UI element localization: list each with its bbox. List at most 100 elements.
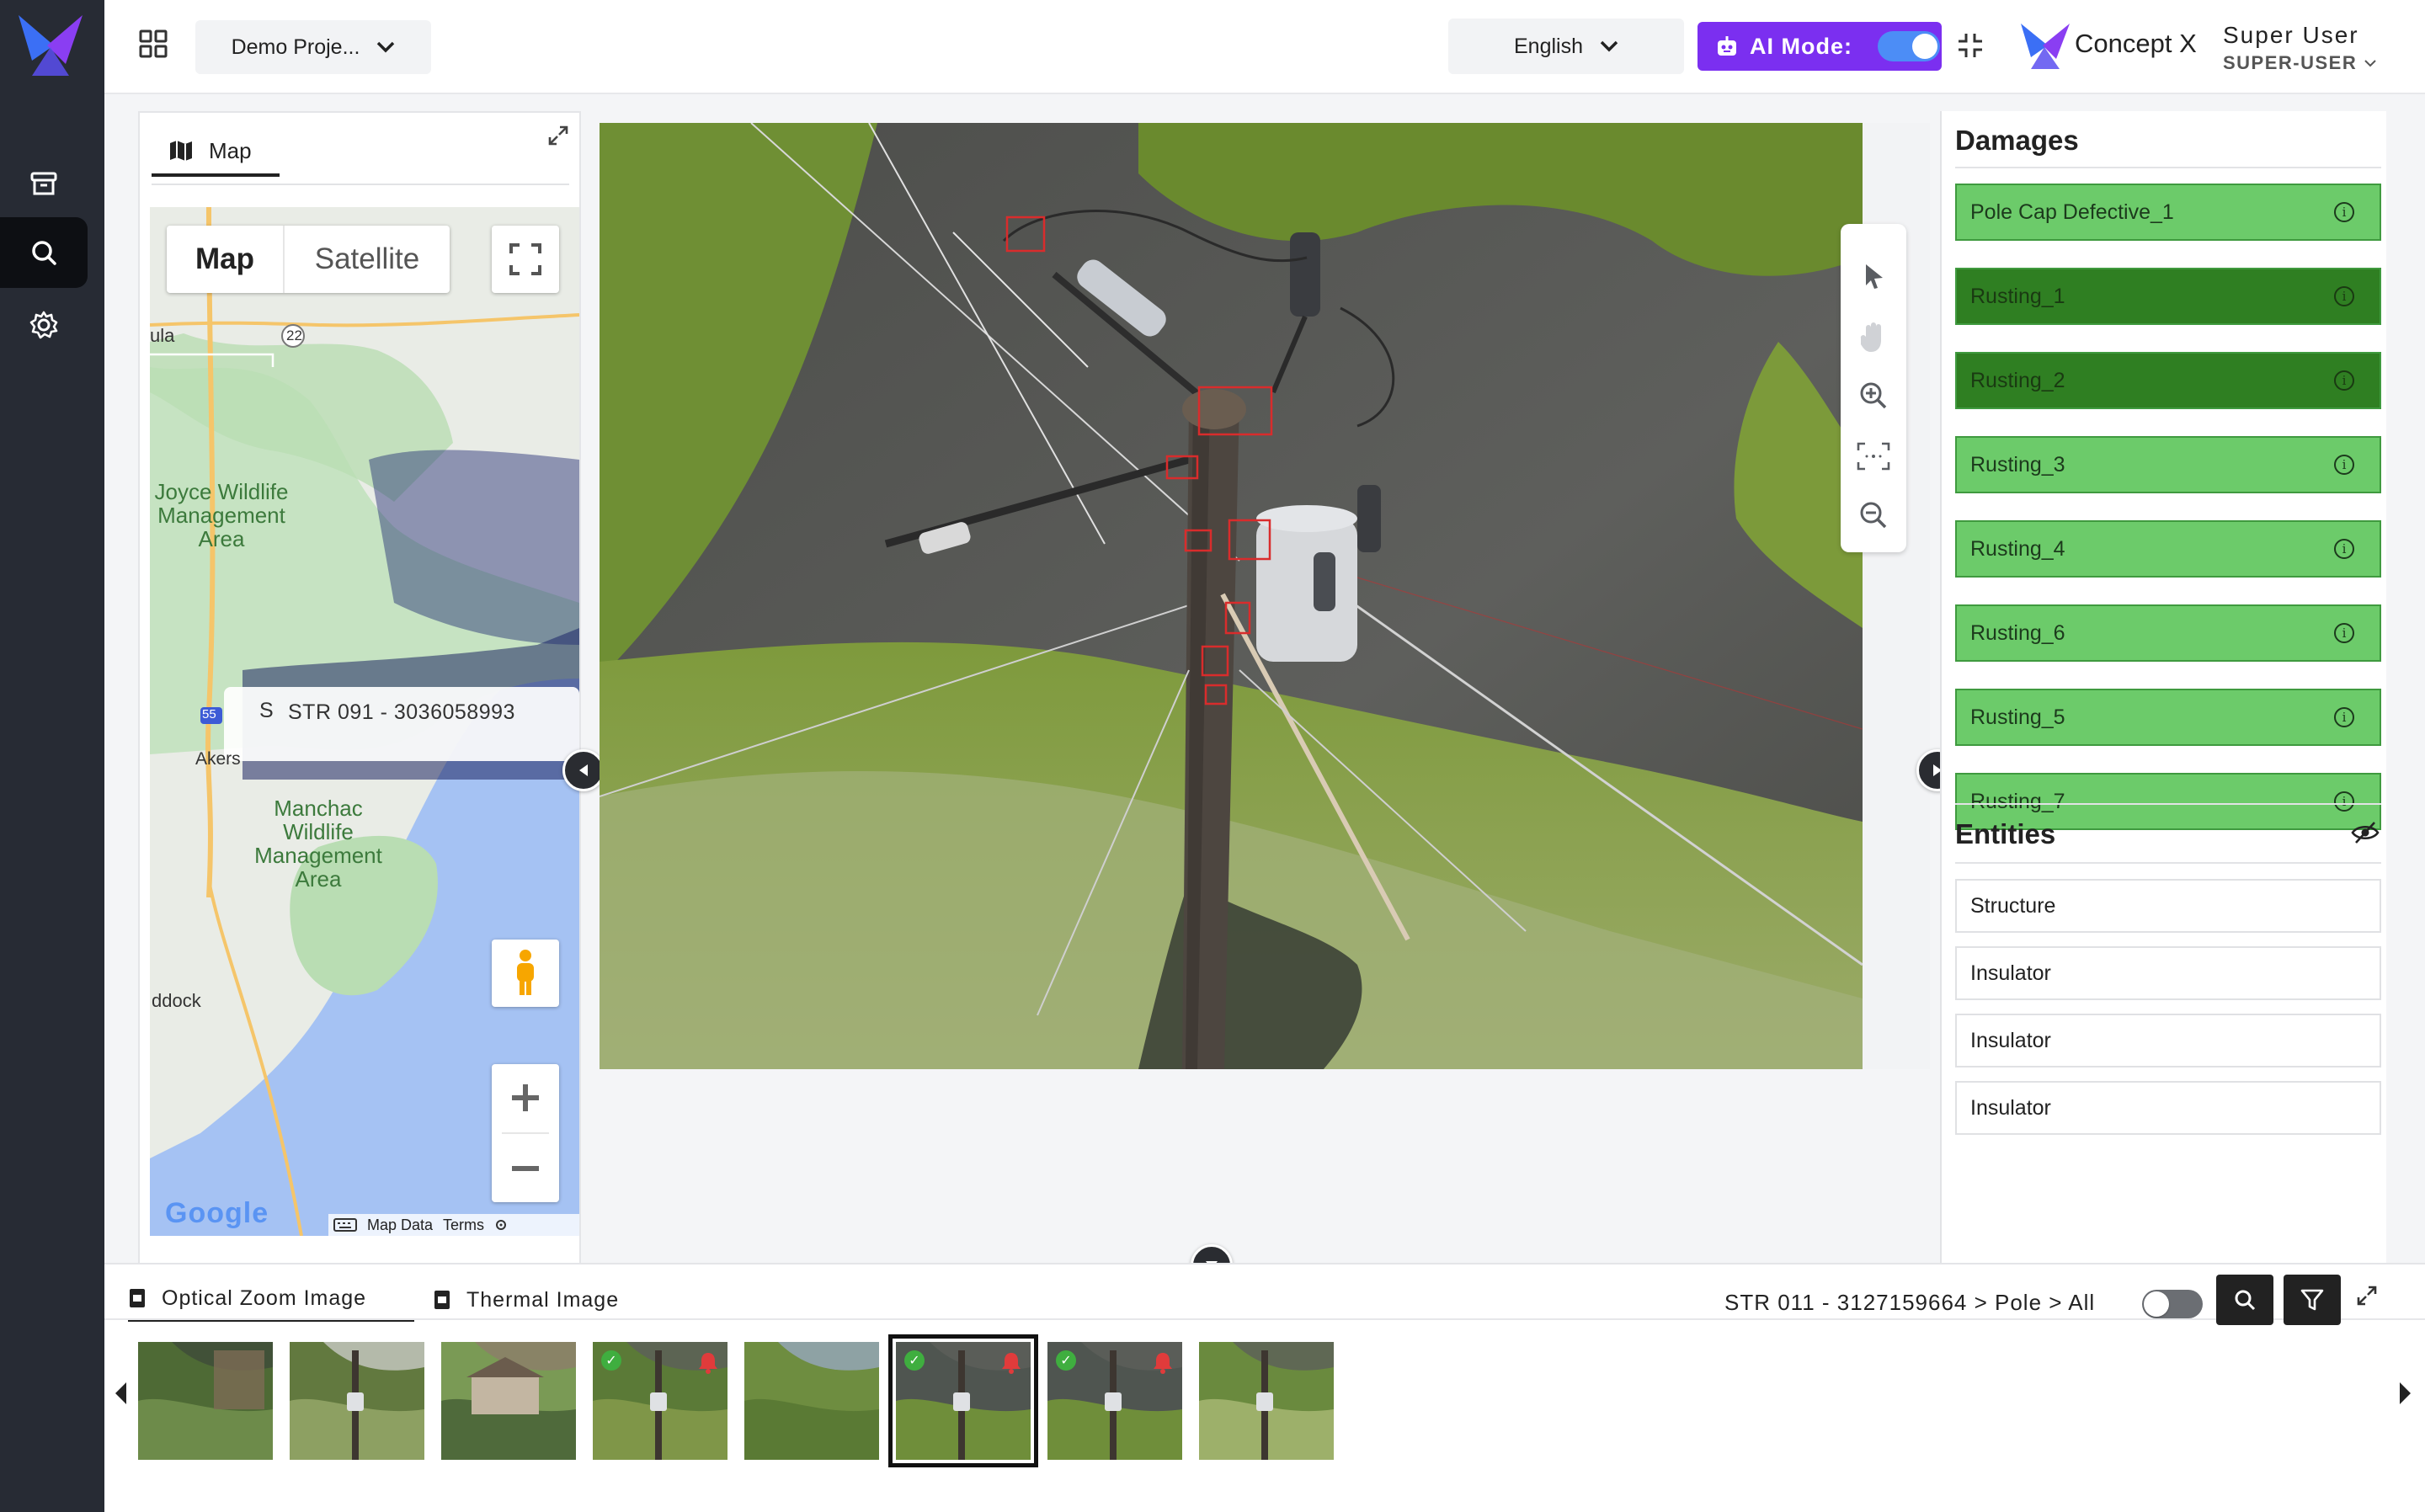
map-zoom-out-button[interactable] <box>492 1135 559 1202</box>
gallery-filter-toggle[interactable] <box>2142 1290 2203 1318</box>
image-thumbnail[interactable]: ✓ <box>888 1334 1038 1467</box>
gallery-tab-divider <box>104 1318 2425 1320</box>
street-view-pegman[interactable] <box>492 940 559 1007</box>
eye-slash-icon <box>2351 822 2380 844</box>
info-icon[interactable]: i <box>2334 707 2354 727</box>
verified-check-icon: ✓ <box>601 1350 621 1371</box>
search-nav-button[interactable] <box>0 217 88 288</box>
image-thumbnail[interactable] <box>441 1342 576 1460</box>
info-icon[interactable]: i <box>2334 791 2354 812</box>
tab-thermal[interactable]: Thermal Image <box>433 1278 619 1322</box>
info-icon[interactable]: i <box>2334 539 2354 559</box>
damage-item[interactable]: Rusting_1 i <box>1955 268 2381 325</box>
map-zoom-in-button[interactable] <box>492 1064 559 1131</box>
project-select[interactable]: Demo Proje... <box>195 20 431 74</box>
damage-item[interactable]: Rusting_6 i <box>1955 604 2381 662</box>
info-icon[interactable]: i <box>2334 455 2354 475</box>
damage-item-label: Rusting_6 <box>1970 620 2065 645</box>
entity-item[interactable]: Insulator <box>1955 1081 2381 1135</box>
entity-item[interactable]: Insulator <box>1955 1014 2381 1067</box>
tab-optical-zoom[interactable]: Optical Zoom Image <box>128 1278 414 1322</box>
user-menu[interactable]: SUPER-USER <box>2223 52 2377 74</box>
user-role: SUPER-USER <box>2223 52 2358 73</box>
image-thumbnail[interactable] <box>744 1342 879 1460</box>
image-thumbnail[interactable] <box>290 1342 424 1460</box>
damage-item[interactable]: Rusting_4 i <box>1955 520 2381 578</box>
map-fullscreen-button[interactable] <box>492 226 559 293</box>
viewer-toolbar <box>1841 224 1906 552</box>
map-view[interactable]: Map Satellite ula 22 Joyce Wildlife Mana… <box>150 207 579 1236</box>
gear-icon[interactable] <box>494 1218 508 1232</box>
collapse-button[interactable] <box>1955 30 1985 65</box>
info-icon[interactable]: i <box>2334 202 2354 222</box>
pan-tool-button[interactable] <box>1841 306 1906 367</box>
gallery-prev-button[interactable] <box>113 1381 128 1410</box>
damages-divider <box>1955 167 2381 168</box>
toggle-entities-visibility-button[interactable] <box>2351 820 2380 849</box>
map-label-ula: ula <box>150 325 175 346</box>
gallery-filter-button[interactable] <box>2284 1275 2341 1325</box>
fullscreen-icon <box>509 243 541 275</box>
collapse-left-panel-button[interactable] <box>562 749 605 791</box>
plus-icon <box>512 1084 539 1111</box>
inspection-photo <box>600 123 1863 1069</box>
grid-menu-button[interactable] <box>138 29 168 63</box>
map-data-link[interactable]: Map Data <box>367 1217 433 1234</box>
info-icon[interactable]: i <box>2334 370 2354 391</box>
expand-icon <box>548 125 568 146</box>
grid-icon <box>139 29 168 58</box>
archive-nav-button[interactable] <box>0 148 88 219</box>
gear-icon <box>29 311 58 339</box>
minus-icon <box>512 1166 539 1171</box>
zoom-out-tool-button[interactable] <box>1841 485 1906 546</box>
expand-icon <box>2357 1286 2377 1306</box>
map-type-map-button[interactable]: Map <box>167 226 285 293</box>
app-logo[interactable] <box>15 12 86 79</box>
damage-item[interactable]: Rusting_3 i <box>1955 436 2381 493</box>
map-label-manchac: Manchac Wildlife Management Area <box>254 796 382 892</box>
caret-right-icon <box>2400 1382 2411 1404</box>
gallery-next-button[interactable] <box>2398 1381 2413 1410</box>
entities-divider <box>1955 862 2381 864</box>
details-panel: Damages Pole Cap Defective_1 i Rusting_1 i R… <box>1940 111 2386 1264</box>
map-type-satellite-button[interactable]: Satellite <box>285 226 450 293</box>
ai-mode-toggle[interactable]: AI Mode: <box>1698 22 1942 71</box>
inspection-image-viewer[interactable] <box>600 123 1863 1069</box>
tab-optical-zoom-label: Optical Zoom Image <box>162 1286 367 1310</box>
map-label-joyce: Joyce Wildlife Management Area <box>154 479 289 551</box>
archive-icon <box>30 172 57 195</box>
info-icon[interactable]: i <box>2334 623 2354 643</box>
map-panel: Map Map Satellite ula 22 Joyce Wildlife … <box>138 111 581 1264</box>
fit-to-screen-button[interactable] <box>1841 426 1906 487</box>
ai-mode-label: AI Mode: <box>1750 33 1852 59</box>
image-thumbnail[interactable] <box>138 1342 273 1460</box>
select-tool-button[interactable] <box>1841 246 1906 306</box>
image-gallery: Optical Zoom Image Thermal Image STR 011… <box>104 1263 2425 1512</box>
image-thumbnail[interactable] <box>1199 1342 1334 1460</box>
gallery-expand-button[interactable] <box>2356 1285 2378 1311</box>
settings-nav-button[interactable] <box>0 290 88 360</box>
gallery-search-button[interactable] <box>2216 1275 2273 1325</box>
entity-item[interactable]: Insulator <box>1955 946 2381 1000</box>
entity-item[interactable]: Structure <box>1955 879 2381 933</box>
chevron-down-icon <box>2364 60 2376 67</box>
map-popup-structure[interactable]: STR 091 - 3036058993 <box>288 700 515 725</box>
ai-mode-switch[interactable] <box>1878 31 1940 61</box>
damage-item[interactable]: Rusting_5 i <box>1955 689 2381 746</box>
image-thumbnail[interactable]: ✓ <box>593 1342 728 1460</box>
pegman-icon <box>517 950 534 995</box>
fit-screen-icon <box>1857 442 1890 471</box>
map-terms-link[interactable]: Terms <box>443 1217 484 1234</box>
robot-icon <box>1718 36 1736 56</box>
keyboard-icon[interactable] <box>333 1218 357 1232</box>
map-attribution: Map Data Terms <box>328 1214 579 1236</box>
info-icon[interactable]: i <box>2334 286 2354 306</box>
zoom-in-tool-button[interactable] <box>1841 365 1906 426</box>
damage-item-label: Rusting_3 <box>1970 452 2065 476</box>
damage-item[interactable]: Pole Cap Defective_1 i <box>1955 184 2381 241</box>
language-select[interactable]: English <box>1448 19 1684 74</box>
damage-item[interactable]: Rusting_2 i <box>1955 352 2381 409</box>
expand-map-button[interactable] <box>547 125 569 151</box>
tab-map[interactable]: Map <box>152 128 280 177</box>
image-thumbnail[interactable]: ✓ <box>1047 1342 1182 1460</box>
